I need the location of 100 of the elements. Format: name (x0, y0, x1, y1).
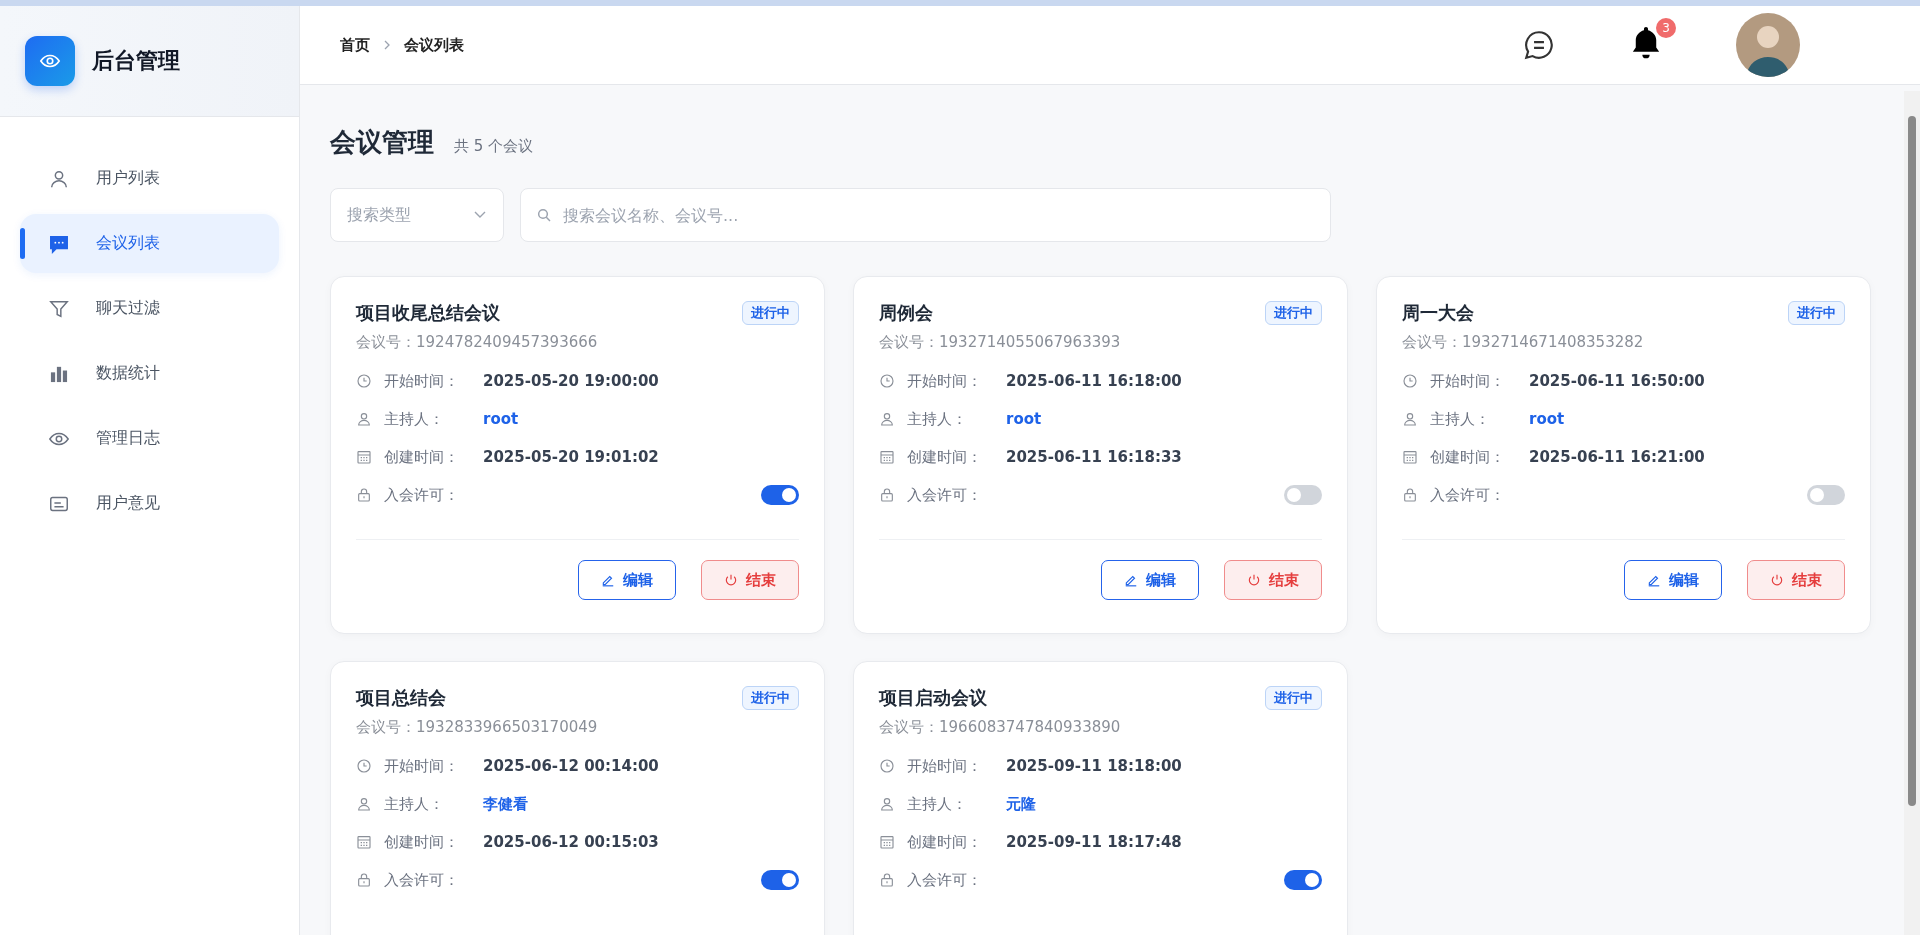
scrollbar[interactable] (1904, 91, 1920, 935)
created-time: 2025-06-11 16:21:00 (1529, 448, 1705, 466)
field-label: 创建时间： (907, 447, 983, 467)
edit-button[interactable]: 编辑 (578, 560, 676, 600)
field-label: 开始时间： (1430, 371, 1506, 391)
meeting-id-label: 会议号： (356, 718, 416, 736)
start-time: 2025-09-11 18:18:00 (1006, 757, 1182, 775)
field-label: 开始时间： (907, 371, 983, 391)
field-label: 开始时间： (384, 371, 460, 391)
sidebar-item[interactable]: 数据统计 (20, 344, 279, 403)
meeting-id: 1932714671408353282 (1462, 333, 1644, 351)
host-name: root (1006, 410, 1042, 428)
meeting-id-label: 会议号： (356, 333, 416, 351)
field-label: 创建时间： (907, 832, 983, 852)
meeting-id: 1932833966503170049 (416, 718, 598, 736)
power-icon (1770, 573, 1784, 587)
calendar-icon (356, 449, 372, 465)
edit-button[interactable]: 编辑 (1101, 560, 1199, 600)
sidebar-item[interactable]: 会议列表 (20, 214, 279, 273)
end-button[interactable]: 结束 (1747, 560, 1845, 600)
start-time: 2025-05-20 19:00:00 (483, 372, 659, 390)
breadcrumb-link[interactable]: 首页 (340, 35, 370, 55)
chevron-down-icon (473, 210, 487, 220)
lock-icon (356, 872, 372, 888)
pencil-icon (1124, 573, 1138, 587)
field-label: 开始时间： (907, 756, 983, 776)
field-label: 入会许可： (907, 485, 983, 505)
search-type-select[interactable]: 搜索类型 (330, 188, 504, 242)
field-label: 主持人： (384, 409, 445, 429)
sidebar-item[interactable]: 用户意见 (20, 474, 279, 533)
meeting-title: 项目收尾总结会议 (356, 301, 500, 325)
chevron-right-icon (382, 39, 392, 51)
host-name: 元隆 (1006, 794, 1036, 814)
meeting-title: 周例会 (879, 301, 933, 325)
field-label: 主持人： (907, 794, 968, 814)
clock-icon (879, 758, 895, 774)
meeting-id: 1966083747840933890 (939, 718, 1121, 736)
sidebar-item[interactable]: 聊天过滤 (20, 279, 279, 338)
permission-toggle[interactable] (1807, 485, 1845, 505)
meeting-id: 1924782409457393666 (416, 333, 598, 351)
field-label: 创建时间： (384, 832, 460, 852)
end-button[interactable]: 结束 (701, 560, 799, 600)
power-icon (724, 573, 738, 587)
clock-icon (356, 373, 372, 389)
meeting-id-label: 会议号： (1402, 333, 1462, 351)
edit-button[interactable]: 编辑 (1624, 560, 1722, 600)
field-label: 入会许可： (384, 485, 460, 505)
notification-badge: 3 (1656, 18, 1676, 38)
meeting-id-label: 会议号： (879, 718, 939, 736)
person-icon (879, 411, 895, 427)
created-time: 2025-06-11 16:18:33 (1006, 448, 1182, 466)
person-icon (879, 796, 895, 812)
status-tag: 进行中 (1265, 686, 1322, 710)
eye-logo-icon (25, 36, 75, 86)
field-label: 创建时间： (1430, 447, 1506, 467)
field-label: 入会许可： (907, 870, 983, 890)
permission-toggle[interactable] (1284, 485, 1322, 505)
search-field[interactable]: 搜索会议名称、会议号... (520, 188, 1331, 242)
person-icon (356, 411, 372, 427)
created-time: 2025-05-20 19:01:02 (483, 448, 659, 466)
chat-icon[interactable] (1522, 28, 1556, 62)
permission-toggle[interactable] (1284, 870, 1322, 890)
field-label: 主持人： (1430, 409, 1491, 429)
calendar-icon (879, 834, 895, 850)
created-time: 2025-06-12 00:15:03 (483, 833, 659, 851)
meeting-title: 项目总结会 (356, 686, 446, 710)
meeting-id: 1932714055067963393 (939, 333, 1121, 351)
calendar-icon (356, 834, 372, 850)
field-label: 入会许可： (384, 870, 460, 890)
meeting-count: 共 5 个会议 (454, 137, 534, 156)
field-label: 开始时间： (384, 756, 460, 776)
calendar-icon (879, 449, 895, 465)
host-name: root (483, 410, 519, 428)
status-tag: 进行中 (1265, 301, 1322, 325)
host-name: root (1529, 410, 1565, 428)
lock-icon (879, 872, 895, 888)
person-icon (1402, 411, 1418, 427)
clock-icon (1402, 373, 1418, 389)
sidebar-item[interactable]: 用户列表 (20, 149, 279, 208)
person-icon (356, 796, 372, 812)
permission-toggle[interactable] (761, 485, 799, 505)
power-icon (1247, 573, 1261, 587)
status-tag: 进行中 (742, 686, 799, 710)
host-name: 李健看 (483, 794, 528, 814)
end-button[interactable]: 结束 (1224, 560, 1322, 600)
start-time: 2025-06-11 16:50:00 (1529, 372, 1705, 390)
page-title: 会议管理 (330, 126, 434, 159)
lock-icon (879, 487, 895, 503)
sidebar-item[interactable]: 管理日志 (20, 409, 279, 468)
meeting-title: 项目启动会议 (879, 686, 987, 710)
field-label: 主持人： (907, 409, 968, 429)
calendar-icon (1402, 449, 1418, 465)
pencil-icon (1647, 573, 1661, 587)
meeting-id-label: 会议号： (879, 333, 939, 351)
start-time: 2025-06-12 00:14:00 (483, 757, 659, 775)
lock-icon (1402, 487, 1418, 503)
permission-toggle[interactable] (761, 870, 799, 890)
status-tag: 进行中 (742, 301, 799, 325)
lock-icon (356, 487, 372, 503)
clock-icon (356, 758, 372, 774)
